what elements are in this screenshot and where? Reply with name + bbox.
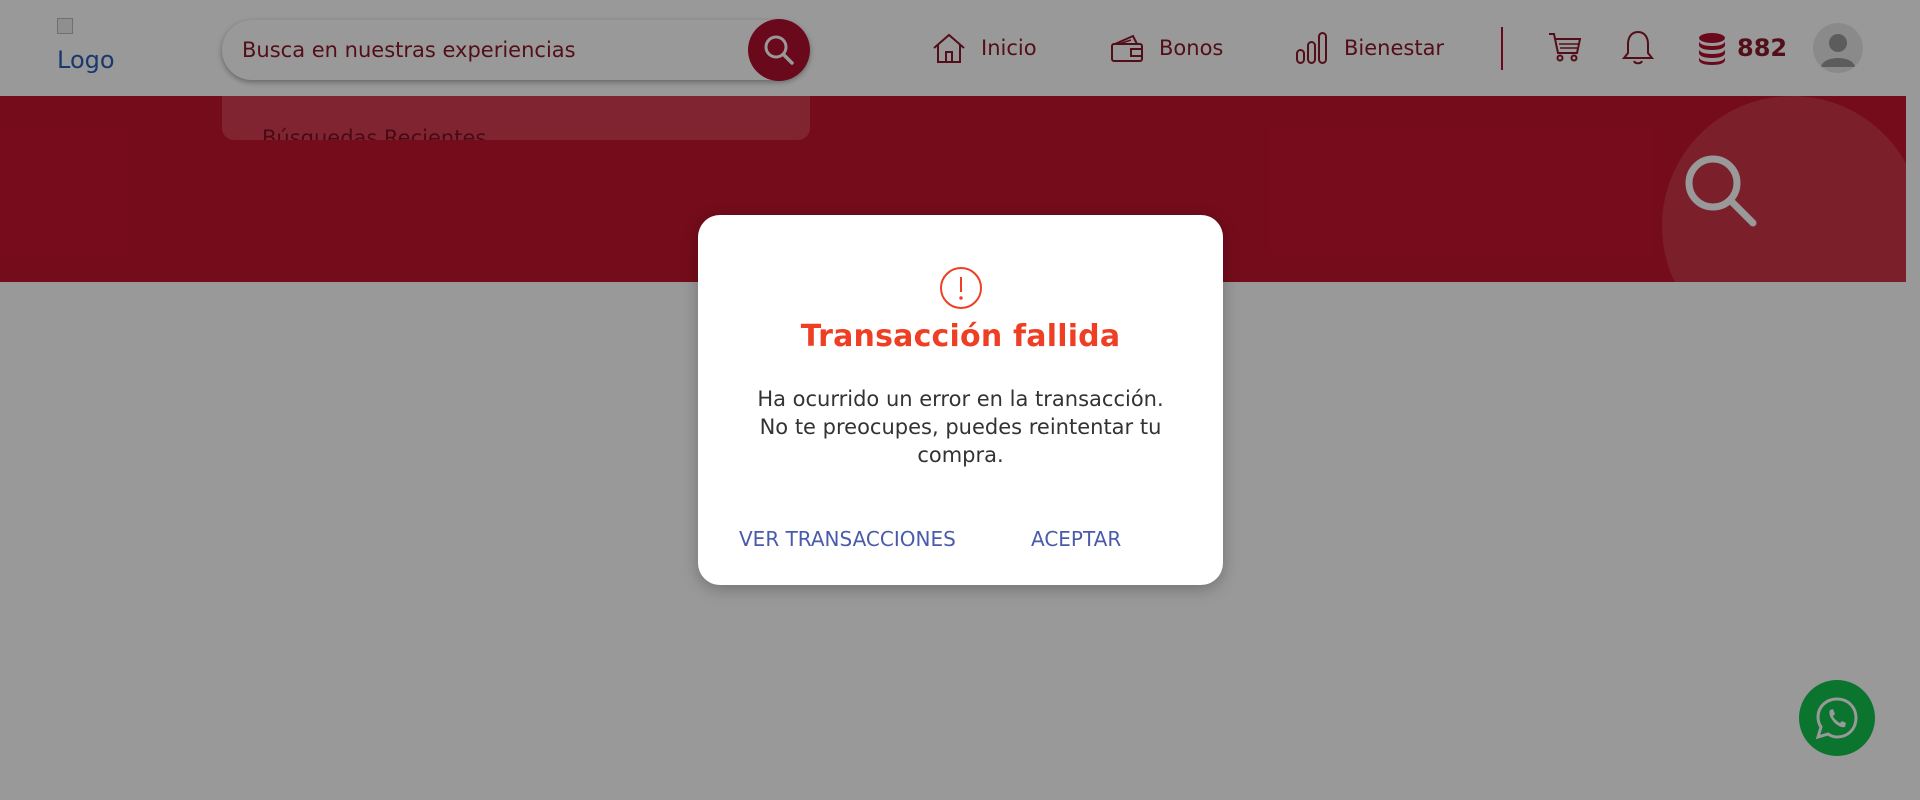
dialog-message: Ha ocurrido un error en la transacción. … [757,387,1164,467]
page: Logo Inicio [0,0,1920,800]
error-dialog: Transacción fallida Ha ocurrido un error… [698,215,1223,585]
dialog-title: Transacción fallida [800,319,1121,354]
view-transactions-button[interactable]: VER TRANSACCIONES [739,527,956,551]
accept-button[interactable]: ACEPTAR [1031,527,1121,551]
exclamation-circle-icon [940,267,982,309]
